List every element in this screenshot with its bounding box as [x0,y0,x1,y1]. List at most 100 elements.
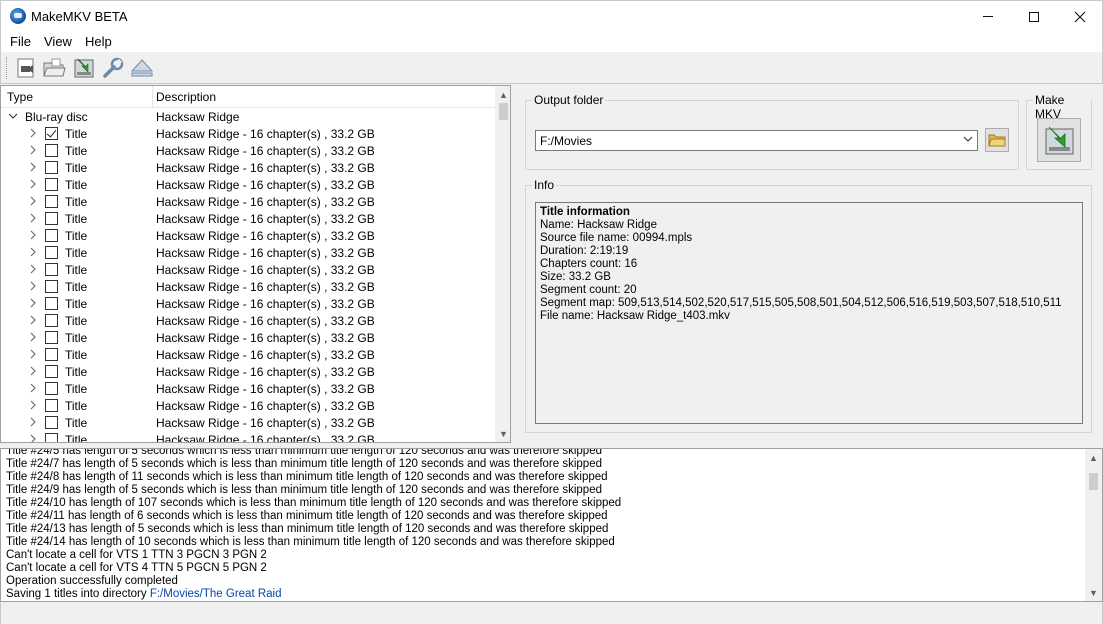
tree-row-title[interactable]: Title Hacksaw Ridge - 16 chapter(s) , 33.… [1,159,495,176]
open-files-button[interactable] [42,56,66,80]
column-header-description[interactable]: Description [156,90,216,104]
wrench-icon [103,57,124,78]
open-disc-button[interactable] [14,56,38,80]
tree-row-title[interactable]: Title Hacksaw Ridge - 16 chapter(s) , 33.… [1,414,495,431]
column-header-type[interactable]: Type [7,90,33,104]
chevron-right-icon[interactable] [28,349,38,359]
title-type: Title [65,399,88,413]
log-line-saving: Saving 1 titles into directory F:/Movies… [6,588,621,601]
title-checkbox[interactable] [45,195,58,208]
tree-row-title[interactable]: Title Hacksaw Ridge - 16 chapter(s) , 33.… [1,261,495,278]
tree-row-title[interactable]: Title Hacksaw Ridge - 16 chapter(s) , 33.… [1,431,495,443]
tree-row-title[interactable]: Title Hacksaw Ridge - 16 chapter(s) , 33.… [1,142,495,159]
browse-folder-button[interactable] [985,128,1009,152]
tree-row-title[interactable]: Title Hacksaw Ridge - 16 chapter(s) , 33.… [1,278,495,295]
window-title: MakeMKV BETA [31,9,128,24]
tree-row-title[interactable]: Title Hacksaw Ridge - 16 chapter(s) , 33.… [1,210,495,227]
preferences-button[interactable] [101,56,125,80]
title-checkbox[interactable] [45,280,58,293]
open-folder-icon [43,58,66,77]
chevron-right-icon[interactable] [28,383,38,393]
info-line: Source file name: 00994.mpls [540,232,693,244]
title-description: Hacksaw Ridge - 16 chapter(s) , 33.2 GB [156,399,375,413]
tree-root-row[interactable]: Blu-ray disc Hacksaw Ridge [1,108,495,125]
chevron-right-icon[interactable] [28,434,38,443]
scroll-down-icon[interactable]: ▼ [495,425,510,442]
title-checkbox[interactable] [45,348,58,361]
tree-row-title[interactable]: Title Hacksaw Ridge - 16 chapter(s) , 33.… [1,363,495,380]
chevron-right-icon[interactable] [28,400,38,410]
title-checkbox[interactable] [45,263,58,276]
chevron-right-icon[interactable] [28,315,38,325]
chevron-right-icon[interactable] [28,366,38,376]
tree-rows: Blu-ray disc Hacksaw Ridge Title Hacksaw … [1,108,495,443]
title-checkbox[interactable] [45,161,58,174]
tree-row-title[interactable]: Title Hacksaw Ridge - 16 chapter(s) , 33.… [1,176,495,193]
tree-row-title[interactable]: Title Hacksaw Ridge - 16 chapter(s) , 33.… [1,312,495,329]
tree-row-title[interactable]: Title Hacksaw Ridge - 16 chapter(s) , 33.… [1,397,495,414]
output-folder-combo[interactable]: F:/Movies [535,130,978,151]
tree-scrollbar[interactable]: ▲ ▼ [495,86,510,442]
tree-row-title[interactable]: Title Hacksaw Ridge - 16 chapter(s) , 33.… [1,380,495,397]
title-checkbox[interactable] [45,212,58,225]
title-checkbox[interactable] [45,127,58,140]
tree-row-title[interactable]: Title Hacksaw Ridge - 16 chapter(s) , 33.… [1,125,495,142]
title-checkbox[interactable] [45,314,58,327]
chevron-right-icon[interactable] [28,264,38,274]
title-checkbox[interactable] [45,144,58,157]
title-checkbox[interactable] [45,365,58,378]
title-checkbox[interactable] [45,382,58,395]
chevron-right-icon[interactable] [28,179,38,189]
title-checkbox[interactable] [45,399,58,412]
menu-file[interactable]: File [10,34,31,49]
title-checkbox[interactable] [45,297,58,310]
tree-scrollbar-thumb[interactable] [499,103,508,120]
make-mkv-icon [1045,126,1074,155]
chevron-right-icon[interactable] [28,281,38,291]
tree-row-title[interactable]: Title Hacksaw Ridge - 16 chapter(s) , 33.… [1,244,495,261]
scroll-up-icon[interactable]: ▲ [495,86,510,103]
title-description: Hacksaw Ridge - 16 chapter(s) , 33.2 GB [156,229,375,243]
menu-view[interactable]: View [44,34,72,49]
title-checkbox[interactable] [45,416,58,429]
close-button[interactable] [1057,1,1103,32]
scroll-up-icon[interactable]: ▲ [1085,449,1102,466]
title-checkbox[interactable] [45,433,58,442]
chevron-right-icon[interactable] [28,332,38,342]
eject-button[interactable] [130,56,154,80]
title-type: Title [65,195,88,209]
title-description: Hacksaw Ridge - 16 chapter(s) , 33.2 GB [156,314,375,328]
chevron-right-icon[interactable] [28,230,38,240]
chevron-right-icon[interactable] [28,247,38,257]
tree-row-title[interactable]: Title Hacksaw Ridge - 16 chapter(s) , 33.… [1,346,495,363]
title-description: Hacksaw Ridge - 16 chapter(s) , 33.2 GB [156,161,375,175]
title-checkbox[interactable] [45,229,58,242]
maximize-button[interactable] [1011,1,1057,32]
column-divider[interactable] [152,86,153,108]
title-checkbox[interactable] [45,246,58,259]
chevron-right-icon[interactable] [28,145,38,155]
minimize-button[interactable] [965,1,1011,32]
log-scrollbar-thumb[interactable] [1089,473,1098,490]
menu-help[interactable]: Help [85,34,112,49]
title-checkbox[interactable] [45,331,58,344]
chevron-right-icon[interactable] [28,298,38,308]
title-type: Title [65,212,88,226]
tree-row-title[interactable]: Title Hacksaw Ridge - 16 chapter(s) , 33.… [1,329,495,346]
saving-directory-link[interactable]: F:/Movies/The Great Raid [150,588,282,600]
chevron-right-icon[interactable] [28,213,38,223]
scroll-down-icon[interactable]: ▼ [1085,584,1102,601]
chevron-right-icon[interactable] [28,128,38,138]
chevron-right-icon[interactable] [28,162,38,172]
tree-row-title[interactable]: Title Hacksaw Ridge - 16 chapter(s) , 33.… [1,193,495,210]
tree-row-title[interactable]: Title Hacksaw Ridge - 16 chapter(s) , 33.… [1,295,495,312]
tree-row-title[interactable]: Title Hacksaw Ridge - 16 chapter(s) , 33.… [1,227,495,244]
log-line: Title #24/11 has length of 6 seconds whi… [6,510,608,522]
make-mkv-button[interactable] [1037,118,1081,162]
backup-button[interactable] [72,56,96,80]
log-scrollbar[interactable]: ▲ ▼ [1085,449,1102,601]
chevron-right-icon[interactable] [28,417,38,427]
chevron-right-icon[interactable] [28,196,38,206]
title-checkbox[interactable] [45,178,58,191]
chevron-down-icon[interactable] [8,111,18,121]
